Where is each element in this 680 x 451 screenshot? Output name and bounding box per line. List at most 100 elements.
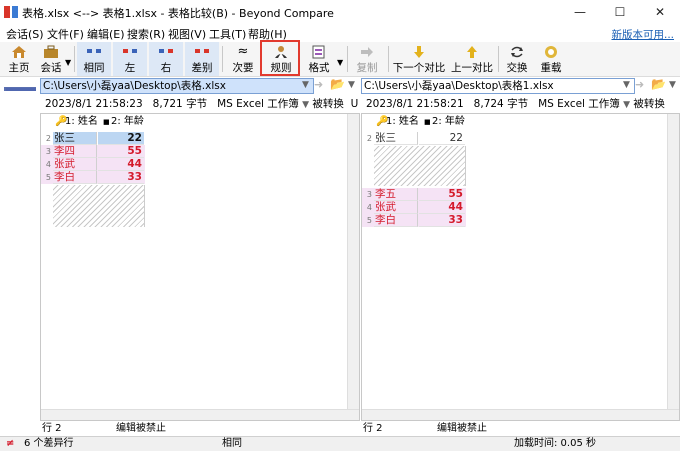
row-number: 3 [366, 190, 372, 199]
row-number: 5 [45, 173, 51, 182]
left-folder-dropdown-icon[interactable]: ▼ [348, 80, 355, 90]
approx-icon: ≈ [237, 44, 249, 59]
load-time: 加载时间: 0.05 秒 [514, 438, 596, 449]
right-file-date: 2023/8/1 21:58:21 [366, 98, 464, 110]
maximize-button[interactable]: ☐ [600, 0, 640, 24]
overview-thumb [6, 88, 36, 91]
app-icon [4, 6, 18, 18]
all-filter-button[interactable]: 相同 [77, 42, 111, 76]
right-file-info: 2023/8/1 21:58:21 8,724 字节 MS Excel 工作簿 … [366, 96, 665, 111]
left-format-dropdown-icon[interactable]: ▼ [302, 100, 309, 110]
reload-icon [545, 46, 557, 58]
cell-name[interactable]: 李五 [374, 188, 418, 201]
right-filter-button[interactable]: 右 [149, 42, 183, 76]
menu-search[interactable]: 搜索(R) [127, 26, 165, 42]
right-file-format[interactable]: MS Excel 工作簿 [538, 98, 620, 110]
cell-age[interactable]: 22 [419, 132, 465, 145]
new-version-link[interactable]: 新版本可用... [611, 27, 674, 42]
all-icon [87, 49, 101, 53]
right-col2-header[interactable]: 2: 年龄 [432, 114, 465, 130]
right-vertical-scrollbar[interactable] [667, 114, 679, 420]
table-row[interactable]: 4 张武 44 [362, 201, 466, 214]
left-filter-button[interactable]: 左 [113, 42, 147, 76]
right-history-icon[interactable]: ➜ [635, 78, 644, 91]
table-row[interactable]: 3 李四 55 [41, 145, 145, 158]
right-horizontal-scrollbar[interactable] [362, 409, 679, 420]
table-row[interactable]: 2 张三 22 [362, 132, 466, 145]
left-col1-header[interactable]: 1: 姓名 [65, 114, 98, 130]
toolbar-separator [347, 46, 348, 72]
diff-overview-gutter[interactable] [0, 87, 41, 421]
menu-edit[interactable]: 编辑(E) [87, 26, 125, 42]
right-icon [159, 49, 173, 53]
left-file-size: 8,721 字节 [152, 98, 208, 110]
left-label: 左 [124, 62, 136, 74]
toolbar: 主页 会话 ▼ 相同 左 右 差别 ≈ 次要 规则 格式 ▼ 复制 下一个对比 … [0, 42, 680, 77]
toolbar-separator [388, 46, 389, 72]
left-folder-icon[interactable]: 📂 [330, 77, 345, 91]
prev-diff-button[interactable]: 上一对比 [450, 42, 494, 76]
left-path-dropdown-icon[interactable]: ▼ [302, 80, 309, 90]
right-col1-header[interactable]: 1: 姓名 [386, 114, 419, 130]
right-table-pane[interactable]: 🔑 1: 姓名 ■ 2: 年龄 2 张三 22 3 李五 55 4 张武 44 … [361, 113, 680, 421]
minimize-button[interactable]: — [560, 0, 600, 24]
cell-name[interactable]: 李白 [53, 171, 97, 184]
row-number: 2 [45, 134, 51, 143]
left-file-extra: U [350, 98, 359, 110]
session-dropdown-icon[interactable]: ▼ [65, 58, 71, 67]
cell-name[interactable]: 张三 [374, 132, 418, 145]
left-file-format[interactable]: MS Excel 工作簿 [217, 98, 299, 110]
left-table-pane[interactable]: 🔑 1: 姓名 ■ 2: 年龄 2 张三 22 3 李四 55 4 张武 44 … [40, 113, 360, 421]
right-path-dropdown-icon[interactable]: ▼ [623, 80, 630, 90]
down-arrow-icon [414, 46, 424, 58]
row-number: 4 [366, 203, 372, 212]
format-button[interactable]: 格式 [302, 42, 336, 76]
table-row[interactable]: 5 李白 33 [362, 214, 466, 227]
left-vertical-scrollbar[interactable] [347, 114, 359, 420]
left-path-input[interactable]: C:\Users\小磊yaa\Desktop\表格.xlsx [40, 78, 314, 94]
home-button[interactable]: 主页 [2, 42, 36, 76]
cell-name[interactable]: 李白 [374, 214, 418, 227]
close-button[interactable]: ✕ [640, 0, 680, 24]
menu-tools[interactable]: 工具(T) [209, 26, 246, 42]
right-edit-status: 编辑被禁止 [437, 423, 487, 434]
menu-file[interactable]: 文件(F) [47, 26, 84, 42]
format-dropdown-icon[interactable]: ▼ [337, 58, 343, 67]
toolbar-separator [498, 46, 499, 72]
cell-age[interactable]: 22 [98, 132, 144, 145]
swap-button[interactable]: 交换 [502, 42, 532, 76]
copy-arrow-icon [361, 47, 373, 57]
next-diff-button[interactable]: 下一个对比 [392, 42, 446, 76]
right-folder-icon[interactable]: 📂 [651, 77, 666, 91]
cell-age[interactable]: 55 [419, 188, 465, 201]
cell-age[interactable]: 55 [98, 145, 144, 158]
cell-age[interactable]: 44 [419, 201, 465, 214]
cell-name[interactable]: 李四 [53, 145, 97, 158]
table-row[interactable]: 2 张三 22 [41, 132, 145, 145]
copy-button[interactable]: 复制 [350, 42, 384, 76]
cell-name[interactable]: 张三 [53, 132, 97, 145]
cell-name[interactable]: 张武 [53, 158, 97, 171]
left-col2-header[interactable]: 2: 年龄 [111, 114, 144, 130]
table-row[interactable]: 3 李五 55 [362, 188, 466, 201]
menu-session[interactable]: 会话(S) [6, 26, 44, 42]
left-history-icon[interactable]: ➜ [314, 78, 323, 91]
column-icon: ■ [424, 118, 431, 126]
right-path-input[interactable]: C:\Users\小磊yaa\Desktop\表格1.xlsx [361, 78, 635, 94]
cell-age[interactable]: 44 [98, 158, 144, 171]
diffs-filter-button[interactable]: 差别 [185, 42, 219, 76]
minor-button[interactable]: ≈ 次要 [226, 42, 260, 76]
reload-button[interactable]: 重载 [536, 42, 566, 76]
format-icon [312, 45, 325, 59]
cell-age[interactable]: 33 [419, 214, 465, 227]
left-horizontal-scrollbar[interactable] [41, 409, 359, 420]
cell-name[interactable]: 张武 [374, 201, 418, 214]
right-format-dropdown-icon[interactable]: ▼ [623, 100, 630, 110]
table-row[interactable]: 4 张武 44 [41, 158, 145, 171]
status-bar: ≠ 6 个差异行 相同 加载时间: 0.05 秒 [0, 436, 680, 451]
menu-view[interactable]: 视图(V) [168, 26, 206, 42]
table-row[interactable]: 5 李白 33 [41, 171, 145, 184]
session-button[interactable]: 会话 [38, 42, 64, 76]
cell-age[interactable]: 33 [98, 171, 144, 184]
right-folder-dropdown-icon[interactable]: ▼ [669, 80, 676, 90]
